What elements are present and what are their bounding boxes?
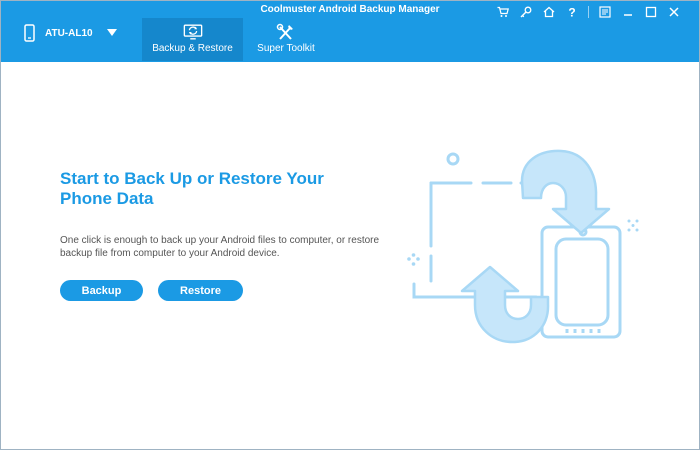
description-text: One click is enough to back up your Andr… (60, 235, 380, 259)
svg-text:?: ? (568, 6, 575, 18)
toolkit-icon (276, 23, 293, 40)
page-title: Start to Back Up or Restore Your Phone D… (60, 169, 324, 208)
feedback-icon[interactable] (598, 5, 612, 19)
phone-icon (24, 24, 35, 42)
tab-backup-restore[interactable]: Backup & Restore (142, 18, 243, 61)
header-bar: Coolmuster Android Backup Manager ATU-AL… (1, 1, 699, 62)
device-selector[interactable]: ATU-AL10 (19, 23, 117, 43)
backup-button[interactable]: Backup (60, 280, 143, 301)
app-window: Coolmuster Android Backup Manager ATU-AL… (0, 0, 700, 450)
close-icon[interactable] (667, 5, 681, 19)
cart-icon[interactable] (496, 5, 510, 19)
tab-label: Super Toolkit (257, 43, 315, 54)
restore-button[interactable]: Restore (158, 280, 243, 301)
help-icon[interactable]: ? (565, 5, 579, 19)
window-toolbar: ? (487, 5, 681, 19)
tab-label: Backup & Restore (152, 43, 233, 54)
backup-restore-illustration (407, 149, 639, 344)
home-icon[interactable] (542, 5, 556, 19)
chevron-down-icon[interactable] (106, 29, 117, 37)
device-name: ATU-AL10 (45, 27, 93, 39)
key-icon[interactable] (519, 5, 533, 19)
maximize-icon[interactable] (644, 5, 658, 19)
tab-super-toolkit[interactable]: Super Toolkit (243, 18, 329, 61)
minimize-icon[interactable] (621, 5, 635, 19)
toolbar-divider (588, 6, 589, 18)
backup-restore-icon (183, 24, 202, 40)
